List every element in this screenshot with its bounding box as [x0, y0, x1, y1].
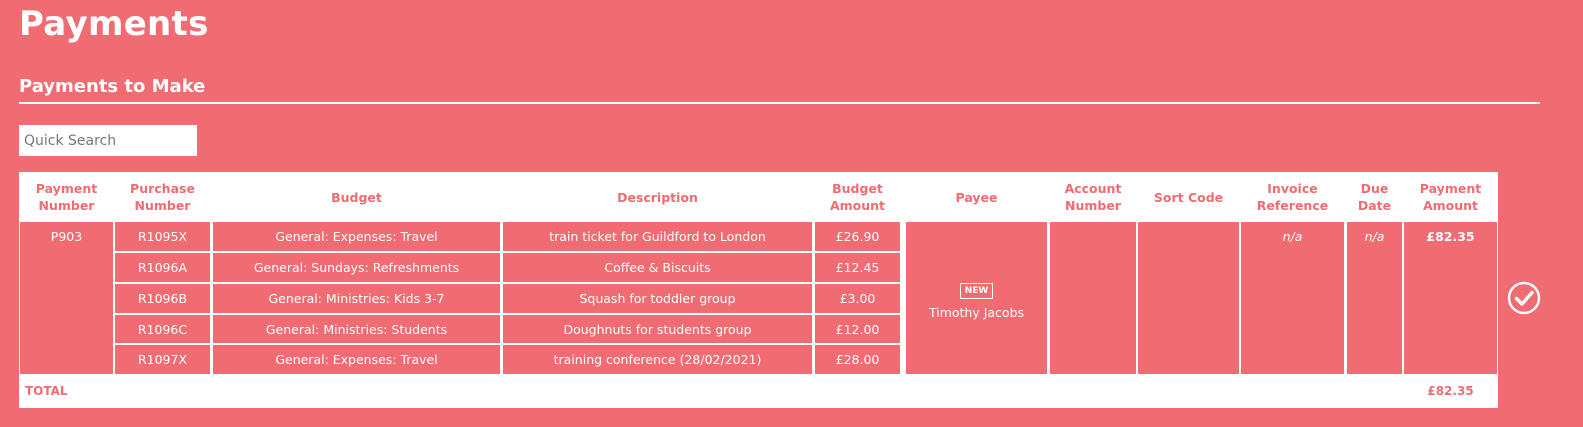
description-cell: training conference (28/02/2021): [503, 345, 812, 374]
budget-cell: General: Ministries: Kids 3-7: [213, 284, 500, 313]
budget-cell: General: Ministries: Students: [213, 315, 500, 343]
new-badge: NEW: [959, 283, 994, 299]
payment-number-cell: P903: [20, 222, 113, 374]
description-cell: Doughnuts for students group: [503, 315, 812, 343]
sort-code-cell: [1138, 222, 1239, 374]
header-budget-amount: Budget Amount: [829, 181, 886, 213]
budget-cell: General: Sundays: Refreshments: [213, 253, 500, 282]
quick-search-input[interactable]: [19, 125, 197, 156]
description-cell: train ticket for Guildford to London: [503, 222, 812, 251]
payee-name: Timothy Jacobs: [928, 305, 1025, 320]
budget-cell: General: Expenses: Travel: [213, 345, 500, 374]
total-label: TOTAL: [25, 384, 68, 398]
account-number-cell: [1050, 222, 1136, 374]
section-divider: [19, 102, 1540, 104]
payment-amount-cell: £82.35: [1404, 222, 1497, 374]
header-due-date: Due Date: [1357, 181, 1392, 213]
check-circle-icon[interactable]: [1507, 281, 1541, 315]
header-budget: Budget: [331, 189, 382, 205]
section-title: Payments to Make: [19, 76, 206, 97]
purchase-number-cell: R1096C: [115, 315, 210, 343]
header-account-number: Account Number: [1064, 181, 1122, 213]
header-invoice-reference: Invoice Reference: [1256, 181, 1329, 213]
payee-cell: NEW Timothy Jacobs: [906, 222, 1047, 374]
budget-amount-cell: £3.00: [815, 284, 900, 313]
purchase-number-cell: R1095X: [115, 222, 210, 251]
budget-amount-cell: £28.00: [815, 345, 900, 374]
header-payment-number: Payment Number: [35, 181, 98, 213]
header-payment-amount: Payment Amount: [1419, 181, 1482, 213]
budget-amount-cell: £26.90: [815, 222, 900, 251]
page-title: Payments: [19, 4, 209, 44]
purchase-number-cell: R1096B: [115, 284, 210, 313]
header-description: Description: [617, 189, 698, 205]
header-sort-code: Sort Code: [1153, 189, 1224, 205]
purchase-number-cell: R1096A: [115, 253, 210, 282]
purchase-number-cell: R1097X: [115, 345, 210, 374]
invoice-reference-cell: n/a: [1241, 222, 1344, 374]
description-cell: Squash for toddler group: [503, 284, 812, 313]
budget-amount-cell: £12.00: [815, 315, 900, 343]
budget-amount-cell: £12.45: [815, 253, 900, 282]
total-amount: £82.35: [1427, 384, 1474, 398]
budget-cell: General: Expenses: Travel: [213, 222, 500, 251]
description-cell: Coffee & Biscuits: [503, 253, 812, 282]
header-purchase-number: Purchase Number: [130, 181, 195, 213]
due-date-cell: n/a: [1347, 222, 1402, 374]
header-payee: Payee: [955, 189, 998, 205]
